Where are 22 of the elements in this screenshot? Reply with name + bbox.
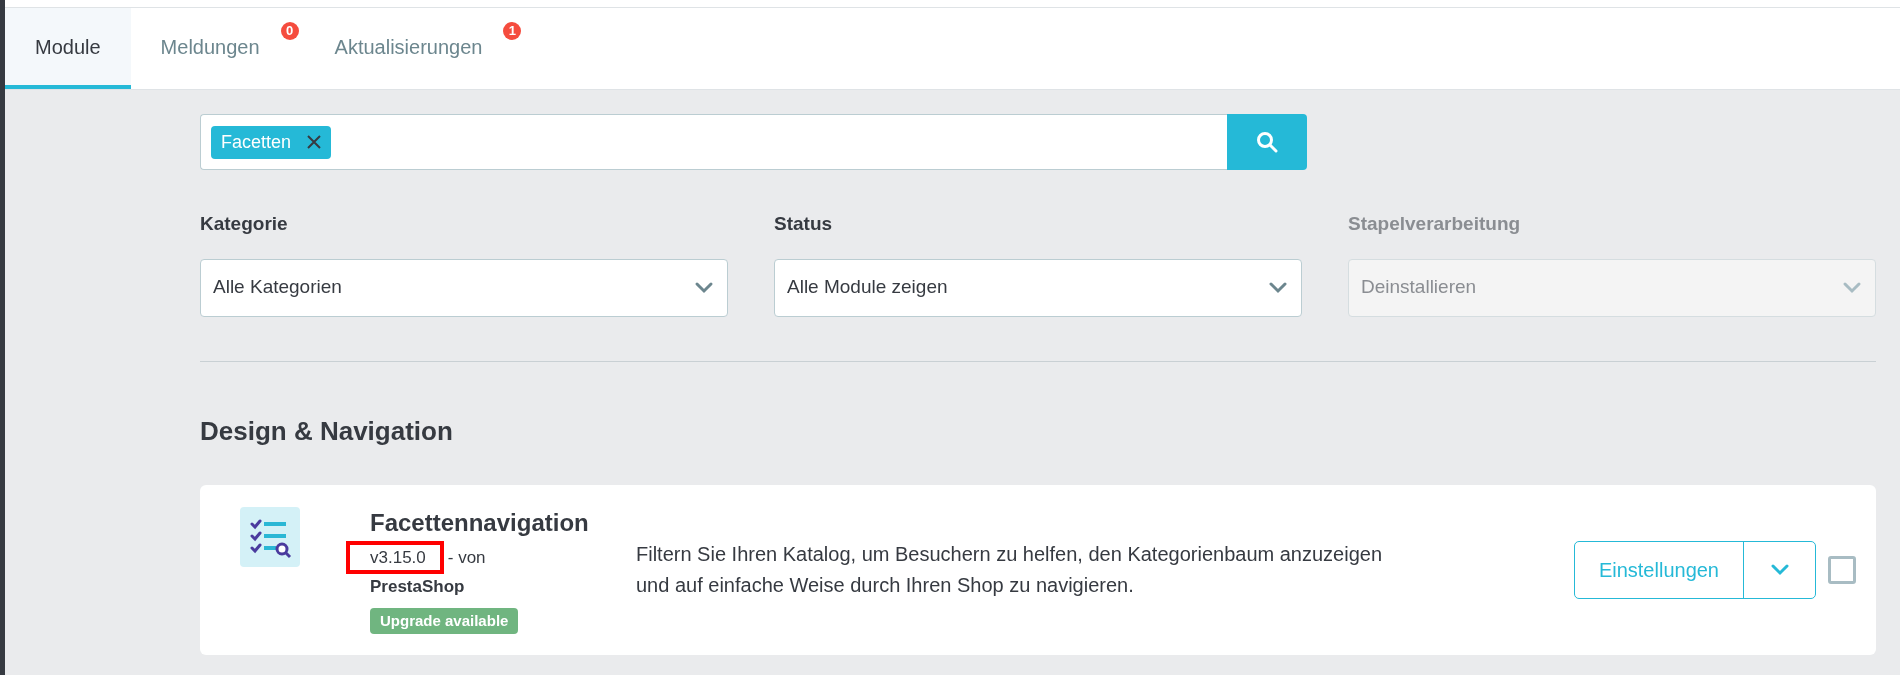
dropdown[interactable]: Alle Module zeigen: [774, 258, 1302, 317]
search-icon: [1256, 131, 1278, 153]
dropdown[interactable]: Alle Kategorien: [200, 258, 728, 317]
author-prefix: - von: [447, 546, 486, 569]
checkbox[interactable]: [1828, 555, 1856, 584]
filter-label: Kategorie: [200, 212, 289, 236]
upgrade-badge: Upgrade available: [370, 607, 519, 635]
filter-label: Stapelverarbeitung: [1348, 212, 1522, 236]
module-description: Filtern Sie Ihren Katalog, um Besuchern zu helfen, den Kategorienbaum anzuzeigen und auf einfache Weise durch Ihren Shop zu navigieren.: [636, 541, 1384, 598]
tab[interactable]: Module: [5, 8, 131, 89]
search-button[interactable]: [1227, 114, 1307, 170]
count-badge: 0: [280, 22, 299, 40]
filter-label: Status: [774, 212, 834, 236]
close-icon[interactable]: [307, 135, 322, 149]
module-name: Facettennavigation: [370, 507, 589, 538]
module-icon: [240, 506, 300, 567]
search-field[interactable]: Facetten: [200, 114, 1227, 170]
version-text: v3.15.0: [370, 547, 426, 567]
section-heading: Design & Navigation: [200, 414, 454, 448]
dropdown: Deinstallieren: [1348, 258, 1876, 317]
count-badge: 1: [503, 22, 522, 40]
author-name: PrestaShop: [370, 576, 465, 599]
